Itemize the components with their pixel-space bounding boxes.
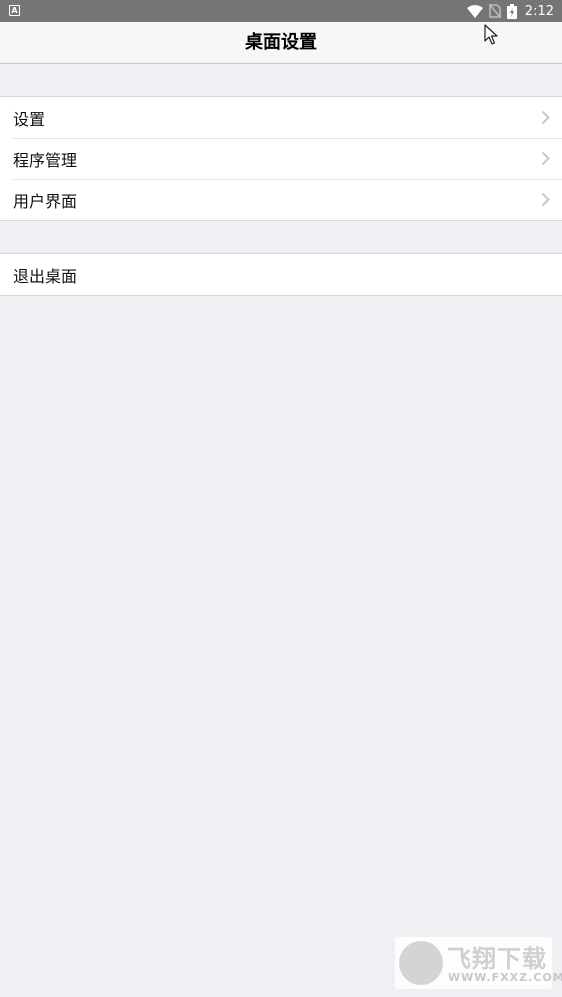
list-item-user-interface[interactable]: 用户界面 <box>0 179 562 220</box>
list-item-settings[interactable]: 设置 <box>0 97 562 138</box>
list-item-program-management[interactable]: 程序管理 <box>0 138 562 179</box>
watermark-emblem-icon <box>399 941 443 985</box>
watermark-url: WWW.FXXZ.COM <box>448 971 562 984</box>
no-sim-icon <box>488 4 501 18</box>
status-bar: A 2:12 <box>0 0 562 22</box>
watermark-text: 飞翔下载 <box>447 945 547 973</box>
exit-group: 退出桌面 <box>0 253 562 296</box>
list-item-label: 程序管理 <box>13 150 78 170</box>
navigation-bar: 桌面设置 <box>0 22 562 64</box>
status-time: 2:12 <box>524 3 554 19</box>
chevron-right-icon <box>541 151 550 166</box>
page-title: 桌面设置 <box>245 32 317 53</box>
settings-group: 设置 程序管理 用户界面 <box>0 96 562 221</box>
list-item-label: 用户界面 <box>13 191 78 211</box>
watermark-logo: 飞翔下载 WWW.FXXZ.COM <box>395 937 562 989</box>
status-icons: 2:12 <box>466 0 554 22</box>
notification-a-icon: A <box>9 5 20 16</box>
list-item-label: 退出桌面 <box>13 266 78 286</box>
wifi-icon <box>466 4 483 18</box>
chevron-right-icon <box>541 192 550 207</box>
list-item-exit-desktop[interactable]: 退出桌面 <box>0 254 562 295</box>
chevron-right-icon <box>541 110 550 125</box>
mouse-cursor-icon <box>484 24 498 45</box>
list-item-label: 设置 <box>13 109 46 129</box>
battery-charging-icon <box>506 3 517 19</box>
